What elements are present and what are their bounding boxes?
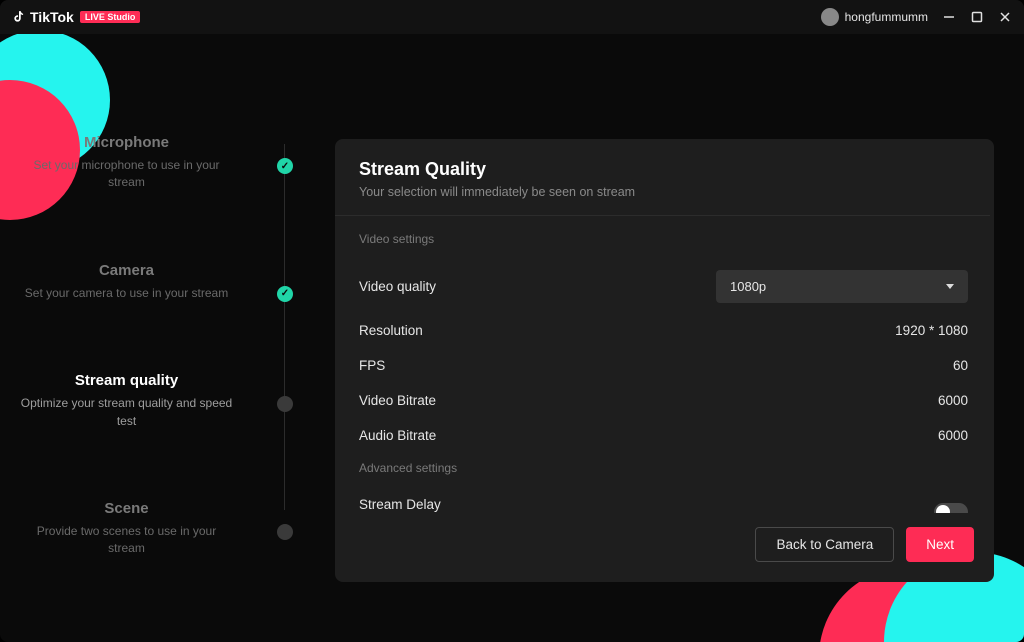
chevron-down-icon [946, 284, 954, 289]
panel-subtitle: Your selection will immediately be seen … [359, 185, 970, 199]
stream-delay-row: Stream Delay Live vedio and audio will b… [359, 489, 968, 513]
settings-scroll[interactable]: Video settings Video quality 1080p Resol… [359, 216, 982, 513]
step-stream-quality[interactable]: Stream quality Optimize your stream qual… [0, 372, 285, 500]
avatar [821, 8, 839, 26]
tiktok-icon [12, 9, 26, 25]
titlebar-left: TikTok LIVE Studio [12, 9, 140, 25]
titlebar-right: hongfummumm [821, 8, 1012, 26]
username: hongfummumm [845, 10, 928, 24]
check-icon [277, 158, 293, 174]
video-settings-label: Video settings [359, 232, 968, 246]
step-title: Microphone [0, 134, 253, 151]
close-button[interactable] [998, 10, 1012, 24]
video-quality-label: Video quality [359, 279, 436, 294]
step-title: Camera [0, 262, 253, 279]
fps-value: 60 [953, 358, 968, 373]
step-desc: Optimize your stream quality and speed t… [0, 395, 253, 430]
step-pending-indicator [277, 524, 293, 540]
back-button[interactable]: Back to Camera [755, 527, 894, 562]
step-desc: Provide two scenes to use in your stream [0, 523, 253, 558]
step-title: Scene [0, 500, 253, 517]
fps-label: FPS [359, 358, 385, 373]
resolution-value: 1920 * 1080 [895, 323, 968, 338]
video-quality-select[interactable]: 1080p [716, 270, 968, 303]
toggle-knob [936, 505, 950, 514]
live-studio-badge: LIVE Studio [80, 11, 141, 23]
step-title: Stream quality [0, 372, 253, 389]
audio-bitrate-row: Audio Bitrate 6000 [359, 418, 968, 453]
user-chip[interactable]: hongfummumm [821, 8, 928, 26]
step-desc: Set your camera to use in your stream [0, 285, 253, 302]
video-bitrate-row: Video Bitrate 6000 [359, 383, 968, 418]
stream-delay-toggle[interactable] [934, 503, 968, 514]
step-camera[interactable]: Camera Set your camera to use in your st… [0, 262, 285, 372]
audio-bitrate-label: Audio Bitrate [359, 428, 436, 443]
stream-quality-panel: Stream Quality Your selection will immed… [335, 139, 994, 582]
panel-title: Stream Quality [359, 159, 970, 180]
video-quality-row: Video quality 1080p [359, 260, 968, 313]
fps-row: FPS 60 [359, 348, 968, 383]
step-microphone[interactable]: Microphone Set your microphone to use in… [0, 134, 285, 262]
step-desc: Set your microphone to use in your strea… [0, 157, 253, 192]
minimize-button[interactable] [942, 10, 956, 24]
resolution-row: Resolution 1920 * 1080 [359, 313, 968, 348]
step-active-indicator [277, 396, 293, 412]
app-name: TikTok [30, 9, 74, 25]
audio-bitrate-value: 6000 [938, 428, 968, 443]
panel-header: Stream Quality Your selection will immed… [335, 139, 994, 215]
step-scene[interactable]: Scene Provide two scenes to use in your … [0, 500, 285, 628]
resolution-label: Resolution [359, 323, 423, 338]
video-bitrate-label: Video Bitrate [359, 393, 436, 408]
check-icon [277, 286, 293, 302]
video-bitrate-value: 6000 [938, 393, 968, 408]
video-quality-value: 1080p [730, 279, 766, 294]
panel-footer: Back to Camera Next [335, 513, 994, 582]
panel-body: Video settings Video quality 1080p Resol… [335, 215, 990, 513]
next-button[interactable]: Next [906, 527, 974, 562]
advanced-settings-label: Advanced settings [359, 461, 968, 475]
titlebar: TikTok LIVE Studio hongfummumm [0, 0, 1024, 34]
app-logo: TikTok [12, 9, 74, 25]
maximize-button[interactable] [970, 10, 984, 24]
stream-delay-label: Stream Delay [359, 497, 620, 512]
setup-steps: Microphone Set your microphone to use in… [0, 34, 305, 642]
